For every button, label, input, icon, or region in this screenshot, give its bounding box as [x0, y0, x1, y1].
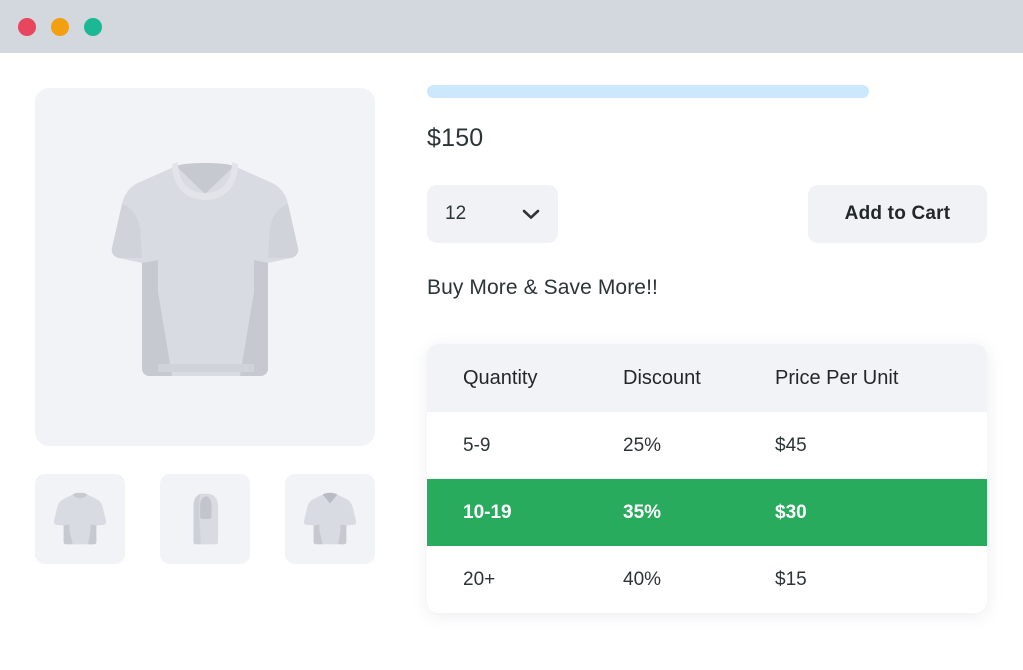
tshirt-side-icon: [193, 493, 219, 545]
cell-price: $45: [775, 434, 807, 456]
window-titlebar: [0, 0, 1023, 53]
thumbnail-side[interactable]: [160, 474, 250, 564]
table-row[interactable]: 10-19 35% $30: [427, 479, 987, 546]
thumbnail-strip: [35, 474, 375, 564]
volume-pricing-table: Quantity Discount Price Per Unit 5-9 25%…: [427, 344, 987, 613]
purchase-controls: 12 Add to Cart: [427, 185, 987, 243]
header-quantity: Quantity: [463, 366, 538, 389]
chevron-down-icon: [522, 209, 540, 220]
tshirt-front-icon: [303, 492, 357, 545]
product-title-placeholder: [427, 85, 869, 98]
add-to-cart-button[interactable]: Add to Cart: [808, 185, 987, 243]
product-price: $150: [427, 124, 484, 152]
product-details: $150 12 Add to Cart Buy More & Save More…: [427, 85, 987, 613]
cell-discount: 40%: [623, 568, 662, 590]
maximize-button[interactable]: [84, 17, 102, 36]
cell-discount: 35%: [623, 501, 662, 523]
product-gallery: [35, 88, 375, 564]
minimize-button[interactable]: [51, 17, 69, 36]
header-price-per-unit: Price Per Unit: [775, 366, 899, 389]
close-button[interactable]: [18, 17, 36, 36]
header-discount: Discount: [623, 366, 701, 389]
quantity-value: 12: [445, 203, 467, 224]
page-content: $150 12 Add to Cart Buy More & Save More…: [0, 53, 1023, 670]
cell-quantity: 10-19: [463, 501, 512, 523]
cell-quantity: 20+: [463, 568, 496, 590]
app-window: $150 12 Add to Cart Buy More & Save More…: [0, 0, 1023, 670]
quantity-select[interactable]: 12: [427, 185, 558, 243]
tshirt-front-illustration: [111, 162, 299, 376]
tshirt-back-icon: [53, 492, 107, 545]
table-header-row: Quantity Discount Price Per Unit: [427, 344, 987, 412]
cell-discount: 25%: [623, 434, 662, 456]
thumbnail-front[interactable]: [285, 474, 375, 564]
cell-quantity: 5-9: [463, 434, 491, 456]
thumbnail-back[interactable]: [35, 474, 125, 564]
promo-heading: Buy More & Save More!!: [427, 276, 658, 299]
cell-price: $15: [775, 568, 807, 590]
table-row[interactable]: 20+ 40% $15: [427, 546, 987, 613]
product-hero-image[interactable]: [35, 88, 375, 446]
cell-price: $30: [775, 501, 807, 523]
table-row[interactable]: 5-9 25% $45: [427, 412, 987, 479]
